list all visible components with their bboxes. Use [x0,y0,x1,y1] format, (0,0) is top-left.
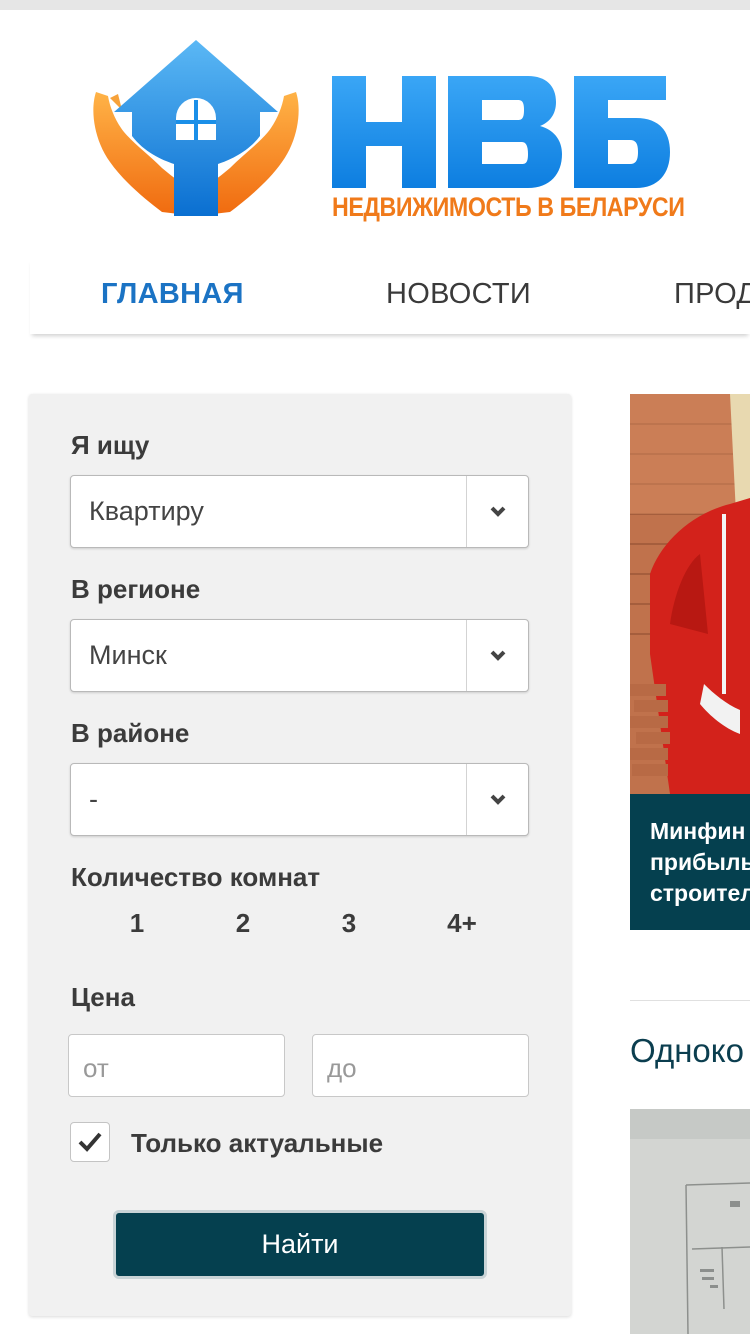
news-caption[interactable]: Минфин прибыль строител [630,794,750,930]
logo-tagline: НЕДВИЖИМОСТЬ В БЕЛАРУСИ [332,192,685,222]
chevron-down-icon [490,506,506,517]
district-select[interactable]: - [70,763,529,836]
select-divider [466,620,467,691]
listing-photo[interactable] [630,1109,750,1334]
nav-item-news[interactable]: НОВОСТИ [386,278,531,311]
logo-letters [332,76,670,188]
news-caption-line: строител [650,880,750,906]
room-option-1[interactable]: 1 [107,908,167,939]
select-divider [466,476,467,547]
worker-photo [630,394,750,794]
property-search-panel: Я ищу Квартиру В регионе Минск В районе … [29,394,571,1316]
price-from-placeholder: от [83,1053,109,1083]
room-option-4-plus[interactable]: 4+ [432,908,492,939]
region-select[interactable]: Минск [70,619,529,692]
only-actual-checkbox[interactable] [70,1122,110,1162]
rooms-label: Количество комнат [71,862,321,892]
browser-top-strip [0,0,750,10]
nav-item-home[interactable]: ГЛАВНАЯ [101,278,244,311]
chevron-down-icon [490,794,506,805]
section-divider [630,1000,750,1001]
price-to-placeholder: до [327,1053,357,1083]
district-label: В районе [71,718,190,748]
news-caption-line: прибыль [650,849,750,875]
news-caption-line: Минфин [650,818,746,844]
only-actual-label[interactable]: Только актуальные [131,1128,383,1159]
room-option-2[interactable]: 2 [213,908,273,939]
main-navigation: ГЛАВНАЯ НОВОСТИ ПРОД [30,258,750,334]
news-photo[interactable] [630,394,750,794]
property-type-select[interactable]: Квартиру [70,475,529,548]
nav-item-sale[interactable]: ПРОД [674,278,750,311]
chevron-down-icon [490,650,506,661]
price-label: Цена [71,982,135,1012]
select-divider [466,764,467,835]
price-from-input[interactable]: от [68,1034,285,1097]
house-in-hands-logo-icon [93,40,299,216]
checkmark-icon [78,1132,102,1152]
looking-for-label: Я ищу [71,430,150,460]
rooms-selector: 1 2 3 4+ [71,908,531,948]
listing-section-title[interactable]: Одноко [630,1032,744,1070]
search-button[interactable]: Найти [113,1210,487,1279]
price-to-input[interactable]: до [312,1034,529,1097]
room-option-3[interactable]: 3 [319,908,379,939]
site-logo[interactable]: НЕДВИЖИМОСТЬ В БЕЛАРУСИ [88,40,688,225]
region-value: Минск [89,640,167,670]
floor-plan-photo [630,1109,750,1334]
district-value: - [89,784,98,814]
region-label: В регионе [71,574,201,604]
property-type-value: Квартиру [89,496,204,526]
